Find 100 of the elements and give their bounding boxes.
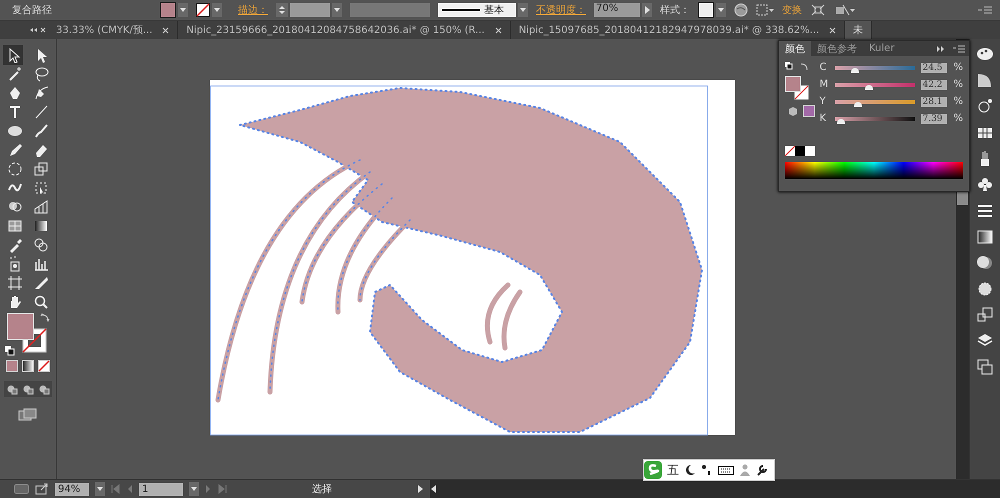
preset-swatch[interactable] [805,146,815,156]
screen-mode-icon[interactable] [18,408,38,422]
stepper-icon[interactable] [276,3,288,17]
channel-value-field[interactable]: 28.1 [921,96,948,106]
percent-unit: % [953,113,963,124]
slider-thumb[interactable] [854,102,862,106]
current-tool-label: 选择 [311,482,333,496]
document-tab[interactable]: 未 [845,21,872,39]
style-swatch[interactable] [698,2,714,18]
globe-icon[interactable] [734,3,748,17]
brush-profile-field[interactable]: 基本 [438,3,516,17]
none-swatch-icon[interactable] [785,146,795,156]
lasso-icon[interactable] [33,66,49,82]
panel-menu-icon[interactable] [978,4,992,16]
input-mode-label[interactable]: 五 [667,462,679,478]
opacity-field[interactable]: 70% [594,3,640,17]
type-tool-icon[interactable] [7,104,23,120]
zoom-icon[interactable] [33,294,49,310]
transform-link[interactable]: 变换 [782,3,802,17]
close-icon[interactable] [829,26,836,34]
draw-behind-icon[interactable] [22,383,34,395]
dropdown-caret-icon[interactable] [332,3,342,17]
line-segment-icon[interactable] [33,104,49,120]
channel-value-field[interactable]: 42.2 [921,80,948,90]
perspective-grid-icon[interactable] [33,199,49,215]
variable-width-field[interactable] [350,3,430,17]
gradient-mode-icon[interactable] [22,360,34,372]
cube-icon[interactable] [788,106,798,117]
slider-thumb[interactable] [851,68,860,72]
stroke-link[interactable]: 描边： [238,3,268,17]
draw-inside-icon[interactable] [38,383,50,395]
dropdown-caret-icon[interactable] [212,3,222,17]
panel-tab[interactable]: 颜色 [779,41,811,56]
gradient-icon[interactable] [33,218,49,234]
eraser-icon[interactable] [33,142,49,158]
slider-thumb[interactable] [865,84,874,90]
dropdown-caret-icon[interactable] [518,3,528,17]
fit-frame-icon[interactable] [810,3,826,17]
bar-graph-icon[interactable] [33,256,49,272]
pen-nib-icon[interactable] [7,85,23,101]
page-field[interactable]: 1 [139,482,183,496]
stroke-weight-field[interactable] [290,3,330,17]
color-spectrum[interactable] [785,162,963,179]
wrench-icon[interactable] [756,464,768,476]
rotate-icon[interactable] [7,161,23,177]
free-transform-icon[interactable] [33,180,49,196]
scrollbar-thumb-icon[interactable] [957,191,968,205]
artboard-icon[interactable] [7,275,23,291]
dropdown-caret-icon[interactable] [189,482,199,496]
mesh-icon[interactable] [7,218,23,234]
slider-thumb[interactable] [837,118,846,124]
percent-unit: % [953,79,963,90]
punctuation-icon[interactable] [701,464,713,476]
blend-icon[interactable] [33,237,49,253]
channel-value-field[interactable]: 7.39 [921,114,948,124]
pencil-icon[interactable] [7,142,23,158]
puppet-icon[interactable] [834,3,856,17]
flyout-arrow-icon[interactable] [642,3,652,17]
dashed-frame-icon[interactable] [756,3,774,17]
scroll-left-icon[interactable] [430,484,437,494]
channel-label: Y [819,96,827,107]
scale-icon[interactable] [33,161,49,177]
none-mode-icon[interactable] [38,360,50,372]
curved-pen-icon[interactable] [33,85,49,101]
ellipse-icon[interactable] [7,123,23,139]
default-colors-icon[interactable] [785,62,793,70]
dropdown-caret-icon[interactable] [178,3,188,17]
fill-color-swatch[interactable] [7,313,34,340]
logo-s-icon[interactable] [644,461,662,479]
artboards-icon[interactable] [975,357,995,377]
default-colors-icon[interactable] [5,346,15,356]
color-mode-icon[interactable] [6,360,18,372]
paintbrush-icon[interactable] [33,123,49,139]
dropdown-caret-icon[interactable] [716,3,726,17]
close-icon[interactable] [162,26,170,34]
dropdown-caret-icon[interactable] [95,482,105,496]
draw-normal-icon[interactable] [6,383,18,395]
panel-tab[interactable]: Kuler [863,41,900,56]
moon-icon[interactable] [684,464,696,476]
panel-tab[interactable]: 颜色参考 [811,41,863,56]
magic-wand-icon[interactable] [7,66,23,82]
slice-icon[interactable] [33,275,49,291]
fill-color-swatch[interactable] [785,76,801,92]
channel-value-field[interactable]: 24.5 [921,62,948,72]
stroke-none-swatch-icon[interactable] [196,3,210,17]
opacity-link[interactable]: 不透明度： [536,3,586,17]
expand-arrows-icon[interactable] [936,44,945,52]
zoom-field[interactable]: 94% [55,482,89,496]
keyboard-icon[interactable] [718,464,734,476]
share-icon[interactable] [35,483,49,495]
panel-menu-icon[interactable] [953,44,965,54]
gamut-swatch[interactable] [803,105,815,117]
fill-swatch[interactable] [160,2,176,18]
channel-label: K [819,113,828,124]
preset-swatch[interactable] [795,146,805,156]
close-icon[interactable] [494,26,502,34]
percent-unit: % [953,96,963,107]
swap-arrows-icon[interactable] [40,313,50,323]
status-toggle-icon[interactable] [14,484,29,494]
play-arrow-icon[interactable] [417,484,424,494]
